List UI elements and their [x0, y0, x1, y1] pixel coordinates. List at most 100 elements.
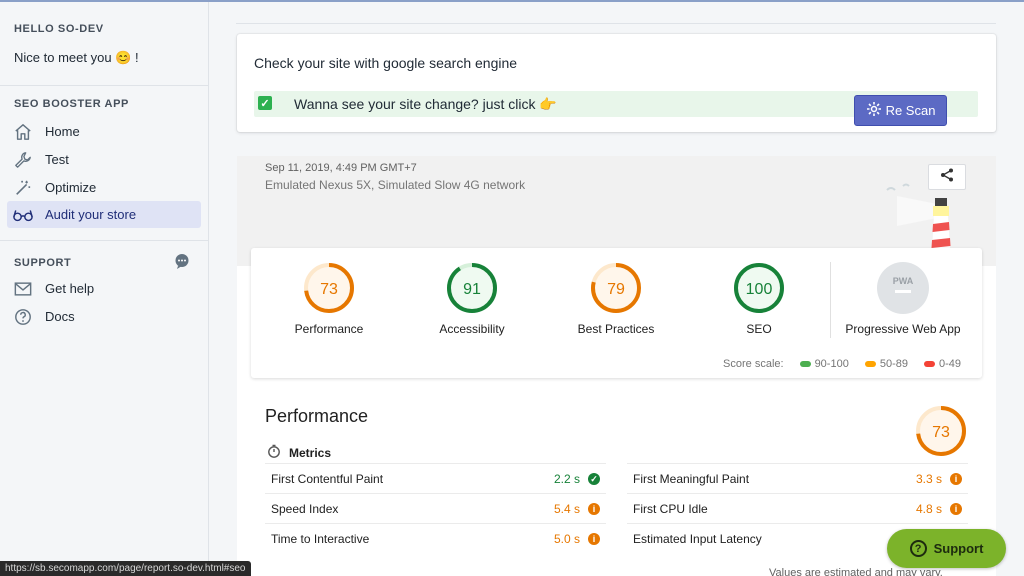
rescan-button[interactable]: Re Scan: [854, 95, 947, 126]
greeting-text: Nice to meet you 😊 !: [14, 50, 139, 65]
sidebar-item-test[interactable]: Test: [7, 146, 201, 173]
scale-item-good: 90-100: [799, 358, 849, 370]
metric-value: 3.3 s: [915, 472, 942, 486]
sidebar-item-optimize[interactable]: Optimize: [7, 174, 201, 201]
main-divider: [236, 23, 996, 24]
mail-icon: [13, 279, 33, 299]
notice-text: Wanna see your site change? just click 👉: [294, 96, 557, 112]
score-value: 79: [607, 281, 625, 298]
gauge-label: Best Practices: [577, 322, 655, 336]
main-content: Check your site with google search engin…: [209, 2, 1024, 576]
score-scale-title: Score scale:: [723, 358, 784, 370]
metric-value: 2.2 s: [553, 472, 580, 486]
sidebar-item-label: Get help: [45, 281, 95, 296]
gauge-performance[interactable]: 73 Performance: [264, 262, 394, 336]
chat-icon[interactable]: [174, 253, 190, 269]
scale-dot: [923, 361, 935, 367]
gauge-pwa[interactable]: PWA Progressive Web App: [838, 262, 968, 336]
info-circle-icon: i: [950, 503, 962, 515]
support-label: Support: [933, 541, 984, 556]
rescan-label: Re Scan: [885, 103, 936, 118]
metric-row: Time to Interactive 5.0 s i: [265, 523, 606, 553]
hello-title: HELLO SO-DEV: [14, 23, 104, 35]
magic-wand-icon: [13, 178, 33, 198]
score-value: 73: [320, 281, 338, 298]
info-circle-icon: i: [588, 533, 600, 545]
metric-label: Time to Interactive: [271, 532, 370, 546]
metric-label: First Meaningful Paint: [633, 472, 750, 486]
sidebar-item-label: Optimize: [45, 180, 97, 195]
support-section-title: SUPPORT: [14, 257, 72, 269]
pwa-divider: [830, 262, 831, 338]
home-icon: [13, 122, 33, 142]
metric-label: Estimated Input Latency: [633, 532, 762, 546]
sidebar-item-get-help[interactable]: Get help: [7, 275, 201, 302]
scale-label: 50-89: [879, 358, 908, 370]
metrics-header: Metrics: [267, 444, 331, 461]
info-circle-icon: i: [950, 473, 962, 485]
report-device: Emulated Nexus 5X, Simulated Slow 4G net…: [265, 178, 526, 192]
sidebar-item-audit[interactable]: Audit your store: [7, 201, 201, 228]
pwa-badge-icon: PWA: [877, 262, 929, 314]
metric-label: First Contentful Paint: [271, 472, 384, 486]
checkbox-checked[interactable]: ✓: [258, 96, 272, 110]
sidebar-divider: [0, 85, 208, 86]
scale-item-poor: 0-49: [923, 358, 961, 370]
gauge-label: Accessibility: [439, 322, 505, 336]
pwa-badge-text: PWA: [893, 276, 914, 286]
scale-label: 90-100: [814, 358, 849, 370]
gauge-label: SEO: [746, 322, 772, 336]
sidebar-item-label: Audit your store: [45, 207, 137, 222]
gauge-best-practices[interactable]: 79 Best Practices: [551, 262, 681, 336]
score-value: 100: [746, 281, 773, 298]
metric-row: First Contentful Paint 2.2 s ✓: [265, 463, 606, 493]
performance-section-title: Performance: [265, 406, 369, 426]
metric-value: 4.8 s: [915, 502, 942, 516]
sidebar-item-label: Home: [45, 124, 80, 139]
gauge-accessibility[interactable]: 91 Accessibility: [407, 262, 537, 336]
scale-label: 0-49: [938, 358, 961, 370]
gauge-seo[interactable]: 100 SEO: [694, 262, 824, 336]
sidebar-divider: [0, 240, 208, 241]
card-title: Check your site with google search engin…: [254, 55, 518, 71]
score-gauge: 100: [734, 263, 784, 313]
sidebar-item-label: Test: [45, 152, 69, 167]
report-date: Sep 11, 2019, 4:49 PM GMT+7: [265, 162, 417, 174]
app-section-title: SEO BOOSTER APP: [14, 98, 129, 110]
glasses-icon: [13, 205, 33, 225]
scale-item-average: 50-89: [864, 358, 908, 370]
gauge-label: Progressive Web App: [845, 322, 961, 336]
performance-score-gauge: 73: [915, 405, 967, 462]
info-circle-icon: i: [588, 503, 600, 515]
score-gauge: 73: [304, 263, 354, 313]
score-gauge: 91: [447, 263, 497, 313]
metric-value: 5.0 s: [553, 532, 580, 546]
check-circle-icon: ✓: [588, 473, 600, 485]
scale-dot: [864, 361, 876, 367]
metric-label: Speed Index: [271, 502, 339, 516]
metric-row: First Meaningful Paint 3.3 s i: [627, 463, 968, 493]
sidebar-item-docs[interactable]: Docs: [7, 303, 201, 330]
metric-row: First CPU Idle 4.8 s i: [627, 493, 968, 523]
performance-score-value: 73: [932, 424, 950, 441]
metric-label: First CPU Idle: [633, 502, 708, 516]
scores-card: 73 Performance 91 Accessibility 79 Best …: [251, 248, 982, 378]
status-url-bar: https://sb.secomapp.com/page/report.so-d…: [0, 561, 251, 576]
score-gauge: 79: [591, 263, 641, 313]
question-circle-icon: [13, 307, 33, 327]
help-icon: ?: [909, 540, 927, 557]
sidebar: HELLO SO-DEV Nice to meet you 😊 ! SEO BO…: [0, 2, 209, 576]
gauge-label: Performance: [294, 322, 364, 336]
wrench-icon: [13, 150, 33, 170]
metrics-title: Metrics: [289, 445, 332, 460]
sidebar-item-home[interactable]: Home: [7, 118, 201, 145]
metric-row: Speed Index 5.4 s i: [265, 493, 606, 523]
support-button[interactable]: ? Support: [887, 529, 1006, 568]
score-value: 91: [463, 281, 481, 298]
stopwatch-icon: [267, 444, 281, 461]
gear-icon: [866, 101, 882, 120]
metric-value: 5.4 s: [553, 502, 580, 516]
score-scale: Score scale: 90-100 50-89 0-49: [723, 358, 961, 370]
sidebar-item-label: Docs: [45, 309, 75, 324]
scale-dot: [799, 361, 811, 367]
